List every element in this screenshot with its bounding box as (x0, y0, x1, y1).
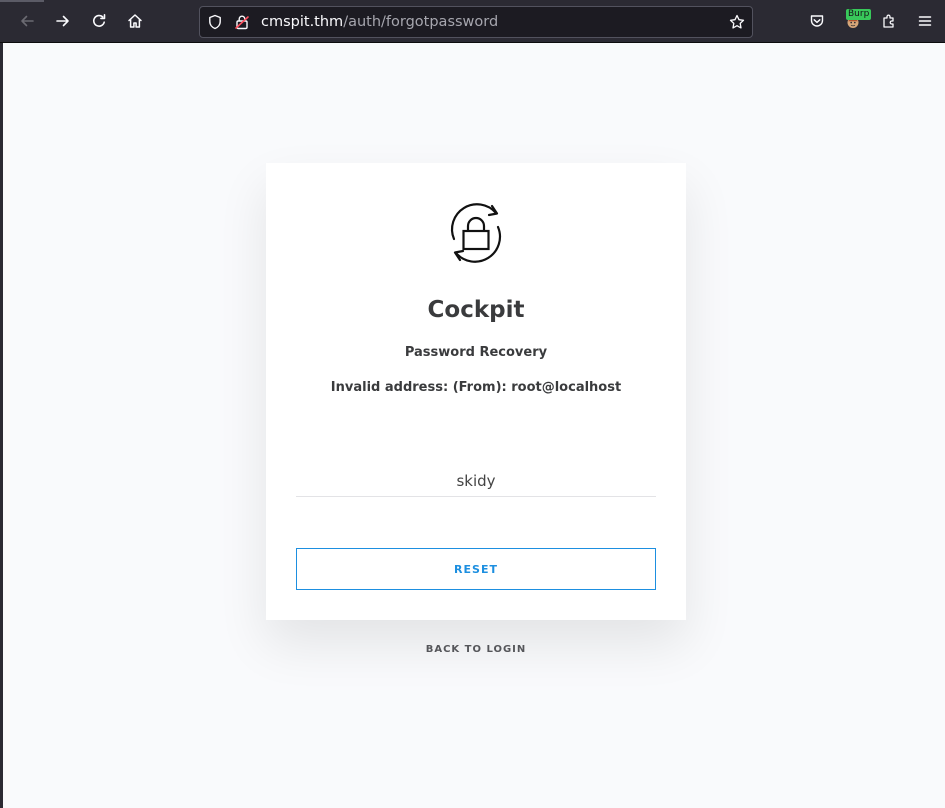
url-text[interactable]: cmspit.thm/auth/forgotpassword (261, 7, 498, 37)
password-recovery-card: Cockpit Password Recovery Invalid addres… (266, 163, 686, 620)
url-path: /auth/forgotpassword (343, 14, 499, 30)
menu-button[interactable] (910, 6, 940, 36)
star-icon[interactable] (729, 14, 745, 30)
shield-icon[interactable] (207, 14, 223, 30)
tab-strip-edge (0, 0, 44, 2)
reset-button[interactable]: RESET (296, 548, 656, 590)
back-to-login-link[interactable]: BACK TO LOGIN (266, 644, 686, 655)
url-host: cmspit.thm (261, 14, 344, 30)
insecure-lock-icon[interactable] (234, 14, 250, 30)
forward-button[interactable] (48, 6, 78, 36)
error-message: Invalid address: (From): root@localhost (330, 380, 622, 395)
username-input[interactable] (296, 465, 656, 497)
reload-button[interactable] (84, 6, 114, 36)
url-bar[interactable]: cmspit.thm/auth/forgotpassword (199, 6, 753, 38)
back-button[interactable] (12, 6, 42, 36)
home-button[interactable] (120, 6, 150, 36)
reload-icon (93, 14, 106, 27)
pocket-button[interactable] (802, 6, 832, 36)
hamburger-menu-icon (918, 16, 932, 26)
app-title: Cockpit (427, 297, 525, 323)
browser-toolbar: cmspit.thm/auth/forgotpassword Burp (0, 0, 945, 43)
extensions-button[interactable] (874, 6, 904, 36)
puzzle-icon (883, 14, 894, 28)
back-arrow-icon (21, 15, 34, 27)
lock-refresh-icon (440, 197, 512, 269)
home-icon (128, 14, 142, 28)
forward-arrow-icon (56, 15, 69, 27)
page-subtitle: Password Recovery (404, 345, 548, 360)
burp-badge: Burp (846, 9, 872, 20)
pocket-icon (810, 15, 824, 27)
